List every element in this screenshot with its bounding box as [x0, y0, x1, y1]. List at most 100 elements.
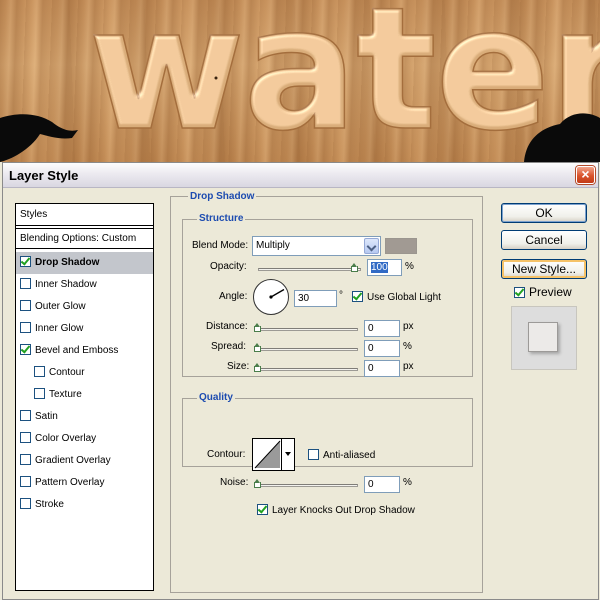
layer-style-dialog: Layer Style × Styles Blending Options: C… — [2, 162, 599, 600]
styles-list: Styles Blending Options: Custom Drop Sha… — [15, 203, 154, 591]
style-checkbox-icon[interactable] — [20, 454, 31, 465]
opacity-slider[interactable] — [258, 268, 361, 271]
distance-label: Distance: — [206, 321, 248, 332]
opacity-value: 100 — [371, 262, 388, 273]
preview-swatch — [528, 322, 558, 352]
style-checkbox-icon[interactable] — [20, 344, 31, 355]
wood-knot — [214, 76, 218, 80]
style-item[interactable]: Texture — [16, 384, 153, 406]
contour-dropdown-arrow-icon[interactable] — [281, 439, 294, 470]
anti-aliased-label: Anti-aliased — [323, 450, 376, 461]
distance-slider[interactable] — [255, 328, 358, 331]
size-label: Size: — [227, 361, 250, 372]
opacity-label: Opacity: — [210, 261, 247, 272]
style-checkbox-icon[interactable] — [20, 498, 31, 509]
style-checkbox-icon[interactable] — [20, 300, 31, 311]
angle-value: 30 — [298, 293, 310, 304]
spread-slider-thumb[interactable] — [254, 343, 261, 352]
style-item[interactable]: Contour — [16, 362, 153, 384]
noise-label: Noise: — [220, 477, 249, 488]
style-item-label: Color Overlay — [35, 433, 97, 444]
noise-slider[interactable] — [255, 484, 358, 487]
angle-label: Angle: — [219, 291, 248, 302]
blending-options-item[interactable]: Blending Options: Custom — [16, 228, 153, 249]
style-checkbox-icon[interactable] — [34, 366, 45, 377]
style-item[interactable]: Color Overlay — [16, 428, 153, 450]
style-checkbox-icon[interactable] — [20, 432, 31, 443]
preview-check-icon[interactable] — [514, 287, 525, 298]
wood-background: water — [0, 0, 600, 162]
layer-knocks-out-check-icon[interactable] — [257, 504, 268, 515]
preview-label: Preview — [529, 285, 572, 299]
anti-aliased-checkbox[interactable]: Anti-aliased — [308, 449, 375, 461]
size-slider[interactable] — [255, 368, 358, 371]
shadow-color-swatch[interactable] — [385, 238, 417, 254]
style-item-label: Texture — [49, 389, 82, 400]
size-slider-thumb[interactable] — [254, 363, 261, 372]
spread-label: Spread: — [211, 341, 247, 352]
close-icon: × — [581, 166, 590, 182]
style-item[interactable]: Bevel and Emboss — [16, 340, 153, 362]
style-item[interactable]: Outer Glow — [16, 296, 153, 318]
noise-value: 0 — [368, 479, 374, 490]
angle-input[interactable]: 30 — [294, 290, 337, 307]
style-item-label: Gradient Overlay — [35, 455, 111, 466]
style-item-label: Drop Shadow — [35, 257, 100, 268]
opacity-slider-thumb[interactable] — [351, 263, 358, 272]
use-global-light-check-icon[interactable] — [352, 291, 363, 302]
style-checkbox-icon[interactable] — [20, 410, 31, 421]
spread-slider[interactable] — [255, 348, 358, 351]
style-item[interactable]: Stroke — [16, 494, 153, 516]
anti-aliased-check-icon[interactable] — [308, 449, 319, 460]
angle-needle-icon — [269, 288, 285, 299]
style-item[interactable]: Drop Shadow — [16, 252, 153, 274]
layer-knocks-out-checkbox[interactable]: Layer Knocks Out Drop Shadow — [257, 504, 415, 516]
distance-input[interactable]: 0 — [364, 320, 400, 337]
blend-mode-value: Multiply — [256, 240, 290, 251]
close-button[interactable]: × — [576, 166, 595, 184]
silhouette-left — [0, 114, 78, 162]
style-checkbox-icon[interactable] — [20, 256, 31, 267]
ok-button[interactable]: OK — [501, 203, 587, 223]
style-item-label: Inner Shadow — [35, 279, 97, 290]
quality-title: Quality — [197, 392, 235, 403]
style-item[interactable]: Inner Glow — [16, 318, 153, 340]
style-item[interactable]: Satin — [16, 406, 153, 428]
drop-shadow-title: Drop Shadow — [188, 191, 257, 202]
layer-knocks-out-label: Layer Knocks Out Drop Shadow — [272, 505, 415, 516]
style-item-label: Pattern Overlay — [35, 477, 105, 488]
title-bar: Layer Style × — [3, 163, 598, 188]
opacity-input[interactable]: 100 — [367, 259, 402, 276]
style-item-label: Contour — [49, 367, 85, 378]
size-input[interactable]: 0 — [364, 360, 400, 377]
style-checkbox-icon[interactable] — [20, 322, 31, 333]
noise-unit: % — [403, 477, 412, 488]
noise-input[interactable]: 0 — [364, 476, 400, 493]
use-global-light-checkbox[interactable]: Use Global Light — [352, 291, 441, 303]
distance-slider-thumb[interactable] — [254, 323, 261, 332]
drop-shadow-panel: Drop Shadow Structure Blend Mode: Multip… — [170, 191, 483, 593]
silhouette-right-head — [561, 119, 579, 137]
preview-checkbox[interactable]: Preview — [514, 285, 572, 299]
blend-mode-select[interactable]: Multiply — [252, 236, 381, 256]
spread-input[interactable]: 0 — [364, 340, 400, 357]
embossed-text-graphic: water — [0, 0, 600, 162]
noise-slider-thumb[interactable] — [254, 479, 261, 488]
angle-dial[interactable] — [253, 279, 289, 315]
style-checkbox-icon[interactable] — [34, 388, 45, 399]
chevron-down-icon[interactable] — [364, 238, 379, 254]
style-item[interactable]: Pattern Overlay — [16, 472, 153, 494]
styles-header[interactable]: Styles — [16, 204, 153, 226]
embossed-word: water — [88, 0, 600, 162]
style-item-label: Bevel and Emboss — [35, 345, 119, 356]
style-checkbox-icon[interactable] — [20, 278, 31, 289]
cancel-button[interactable]: Cancel — [501, 230, 587, 250]
new-style-button[interactable]: New Style... — [501, 259, 587, 279]
spread-unit: % — [403, 341, 412, 352]
style-item-label: Stroke — [35, 499, 64, 510]
style-item[interactable]: Inner Shadow — [16, 274, 153, 296]
structure-title: Structure — [197, 213, 246, 224]
style-item[interactable]: Gradient Overlay — [16, 450, 153, 472]
angle-unit: ° — [339, 290, 343, 301]
style-checkbox-icon[interactable] — [20, 476, 31, 487]
